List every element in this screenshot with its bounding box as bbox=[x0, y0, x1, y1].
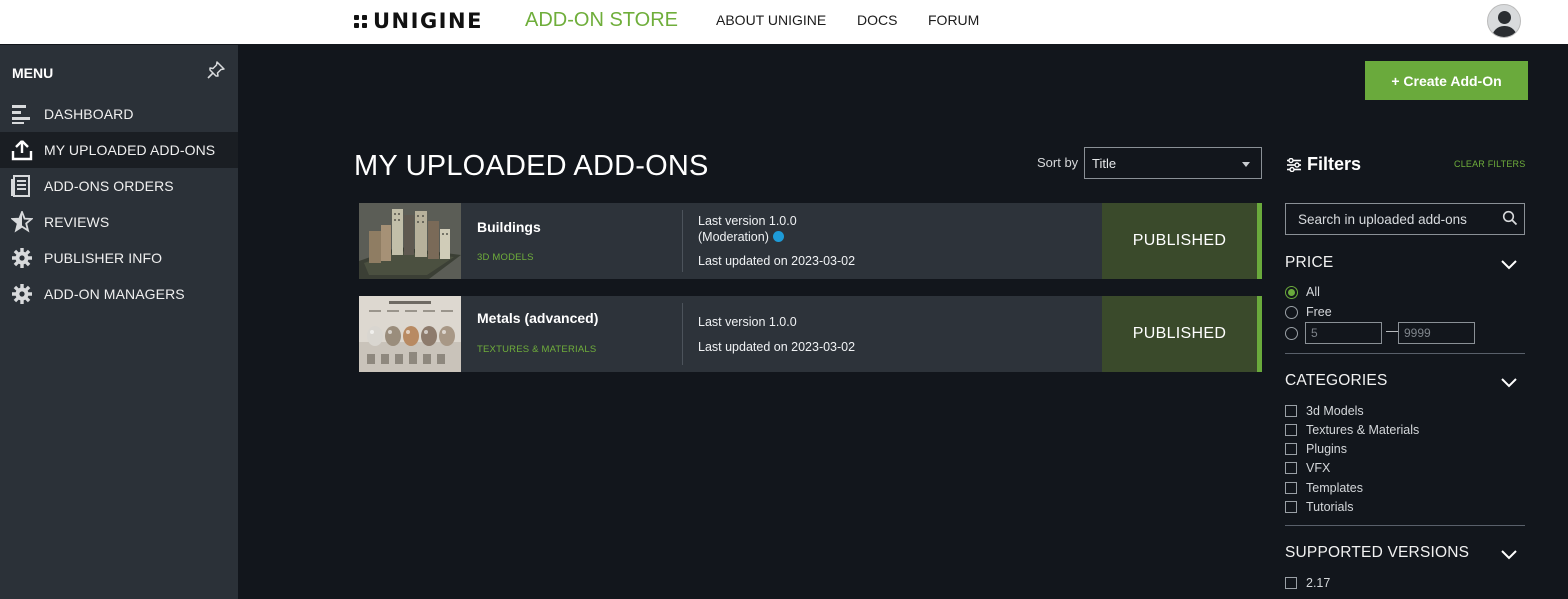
category-label[interactable]: Tutorials bbox=[1306, 500, 1353, 514]
gear-icon bbox=[12, 284, 32, 304]
caret-down-icon bbox=[1242, 162, 1250, 167]
gear-icon bbox=[12, 248, 32, 268]
category-checkbox[interactable] bbox=[1285, 424, 1297, 436]
price-max-input[interactable] bbox=[1398, 322, 1475, 344]
upload-icon bbox=[11, 140, 33, 161]
sidebar-item-label: DASHBOARD bbox=[44, 106, 134, 122]
addon-category: TEXTURES & MATERIALS bbox=[477, 344, 597, 355]
filters-title: Filters bbox=[1287, 154, 1361, 175]
status-badge: PUBLISHED bbox=[1102, 296, 1257, 372]
card-divider bbox=[682, 303, 683, 365]
unigine-logo[interactable]: UNIGINE bbox=[354, 9, 483, 33]
price-min-input[interactable] bbox=[1305, 322, 1382, 344]
category-checkbox[interactable] bbox=[1285, 405, 1297, 417]
addon-name[interactable]: Buildings bbox=[477, 219, 541, 235]
sidebar-item-publisher-info[interactable]: PUBLISHER INFO bbox=[0, 240, 238, 276]
price-option-free[interactable]: Free bbox=[1306, 305, 1332, 319]
sort-select-value: Title bbox=[1092, 155, 1117, 171]
category-checkbox[interactable] bbox=[1285, 443, 1297, 455]
sidebar-item-my-uploaded-add-ons[interactable]: MY UPLOADED ADD-ONS bbox=[0, 132, 238, 168]
price-radio-range[interactable] bbox=[1285, 327, 1298, 340]
pin-icon[interactable] bbox=[206, 60, 226, 80]
menu-title: MENU bbox=[12, 65, 54, 81]
logo-text: UNIGINE bbox=[373, 9, 483, 33]
price-radio-all[interactable] bbox=[1285, 286, 1298, 299]
user-avatar-icon[interactable] bbox=[1487, 4, 1521, 38]
sidebar-item-label: ADD-ON MANAGERS bbox=[44, 286, 185, 302]
category-label[interactable]: Textures & Materials bbox=[1306, 423, 1419, 437]
sidebar-item-reviews[interactable]: REVIEWS bbox=[0, 204, 238, 240]
status-edge bbox=[1257, 203, 1262, 279]
sidebar-item-label: ADD-ONS ORDERS bbox=[44, 178, 174, 194]
sidebar-item-label: MY UPLOADED ADD-ONS bbox=[44, 142, 216, 158]
buildings-thumbnail[interactable] bbox=[359, 203, 461, 279]
orders-icon bbox=[11, 175, 30, 197]
category-label[interactable]: 3d Models bbox=[1306, 404, 1364, 418]
addon-name[interactable]: Metals (advanced) bbox=[477, 310, 598, 326]
star-icon bbox=[11, 211, 33, 233]
category-checkbox[interactable] bbox=[1285, 482, 1297, 494]
addon-category: 3D MODELS bbox=[477, 252, 534, 263]
sidebar: MENU DASHBOARD MY UPLOADED ADD-ONS ADD-O… bbox=[0, 45, 238, 599]
categories-title: CATEGORIES bbox=[1285, 372, 1388, 389]
chevron-down-icon[interactable] bbox=[1500, 259, 1518, 271]
search-icon[interactable] bbox=[1502, 210, 1518, 226]
addon-card-buildings[interactable]: Buildings 3D MODELS Last version 1.0.0 (… bbox=[359, 203, 1262, 279]
nav-about-unigine[interactable]: ABOUT UNIGINE bbox=[716, 12, 826, 28]
addon-moderation-status: (Moderation) bbox=[698, 230, 784, 244]
sort-label: Sort by bbox=[1037, 155, 1079, 170]
clear-filters-link[interactable]: CLEAR FILTERS bbox=[1454, 159, 1525, 169]
addon-updated: Last updated on 2023-03-02 bbox=[698, 254, 856, 268]
supported-versions-title: SUPPORTED VERSIONS bbox=[1285, 544, 1470, 561]
category-checkbox[interactable] bbox=[1285, 501, 1297, 513]
top-bar: UNIGINE ADD-ON STORE ABOUT UNIGINE DOCS … bbox=[0, 0, 1568, 44]
price-title: PRICE bbox=[1285, 254, 1334, 271]
chevron-down-icon[interactable] bbox=[1500, 377, 1518, 389]
store-title[interactable]: ADD-ON STORE bbox=[525, 9, 678, 32]
nav-docs[interactable]: DOCS bbox=[857, 12, 897, 28]
addon-version: Last version 1.0.0 bbox=[698, 315, 797, 329]
category-checkbox[interactable] bbox=[1285, 462, 1297, 474]
dashboard-icon bbox=[12, 105, 30, 124]
sidebar-item-dashboard[interactable]: DASHBOARD bbox=[0, 96, 238, 132]
card-divider bbox=[682, 210, 683, 272]
status-edge bbox=[1257, 296, 1262, 372]
version-checkbox[interactable] bbox=[1285, 577, 1297, 589]
sliders-icon bbox=[1287, 157, 1301, 172]
filters-label: Filters bbox=[1307, 154, 1362, 174]
chevron-down-icon[interactable] bbox=[1500, 549, 1518, 561]
divider bbox=[1285, 353, 1525, 354]
sidebar-item-label: REVIEWS bbox=[44, 214, 110, 230]
category-label[interactable]: VFX bbox=[1306, 461, 1330, 475]
logo-dots-icon bbox=[354, 14, 367, 28]
addon-version: Last version 1.0.0 bbox=[698, 214, 797, 228]
price-radio-free[interactable] bbox=[1285, 306, 1298, 319]
nav-forum[interactable]: FORUM bbox=[928, 12, 979, 28]
sidebar-item-add-ons-orders[interactable]: ADD-ONS ORDERS bbox=[0, 168, 238, 204]
addon-updated: Last updated on 2023-03-02 bbox=[698, 340, 856, 354]
sort-select[interactable]: Title bbox=[1084, 147, 1262, 179]
divider bbox=[1285, 525, 1525, 526]
status-badge: PUBLISHED bbox=[1102, 203, 1257, 279]
price-option-all[interactable]: All bbox=[1306, 285, 1320, 299]
addon-card-metals-advanced[interactable]: Metals (advanced) TEXTURES & MATERIALS L… bbox=[359, 296, 1262, 372]
sidebar-item-add-on-managers[interactable]: ADD-ON MANAGERS bbox=[0, 276, 238, 312]
metals-thumbnail[interactable] bbox=[359, 296, 461, 372]
version-label[interactable]: 2.17 bbox=[1306, 576, 1330, 590]
create-add-on-button[interactable]: + Create Add-On bbox=[1365, 61, 1528, 100]
search-input[interactable] bbox=[1285, 203, 1525, 235]
category-label[interactable]: Plugins bbox=[1306, 442, 1347, 456]
moderation-dot-icon bbox=[772, 231, 784, 242]
page-title: MY UPLOADED ADD-ONS bbox=[354, 150, 709, 182]
sidebar-item-label: PUBLISHER INFO bbox=[44, 250, 163, 266]
category-label[interactable]: Templates bbox=[1306, 481, 1363, 495]
